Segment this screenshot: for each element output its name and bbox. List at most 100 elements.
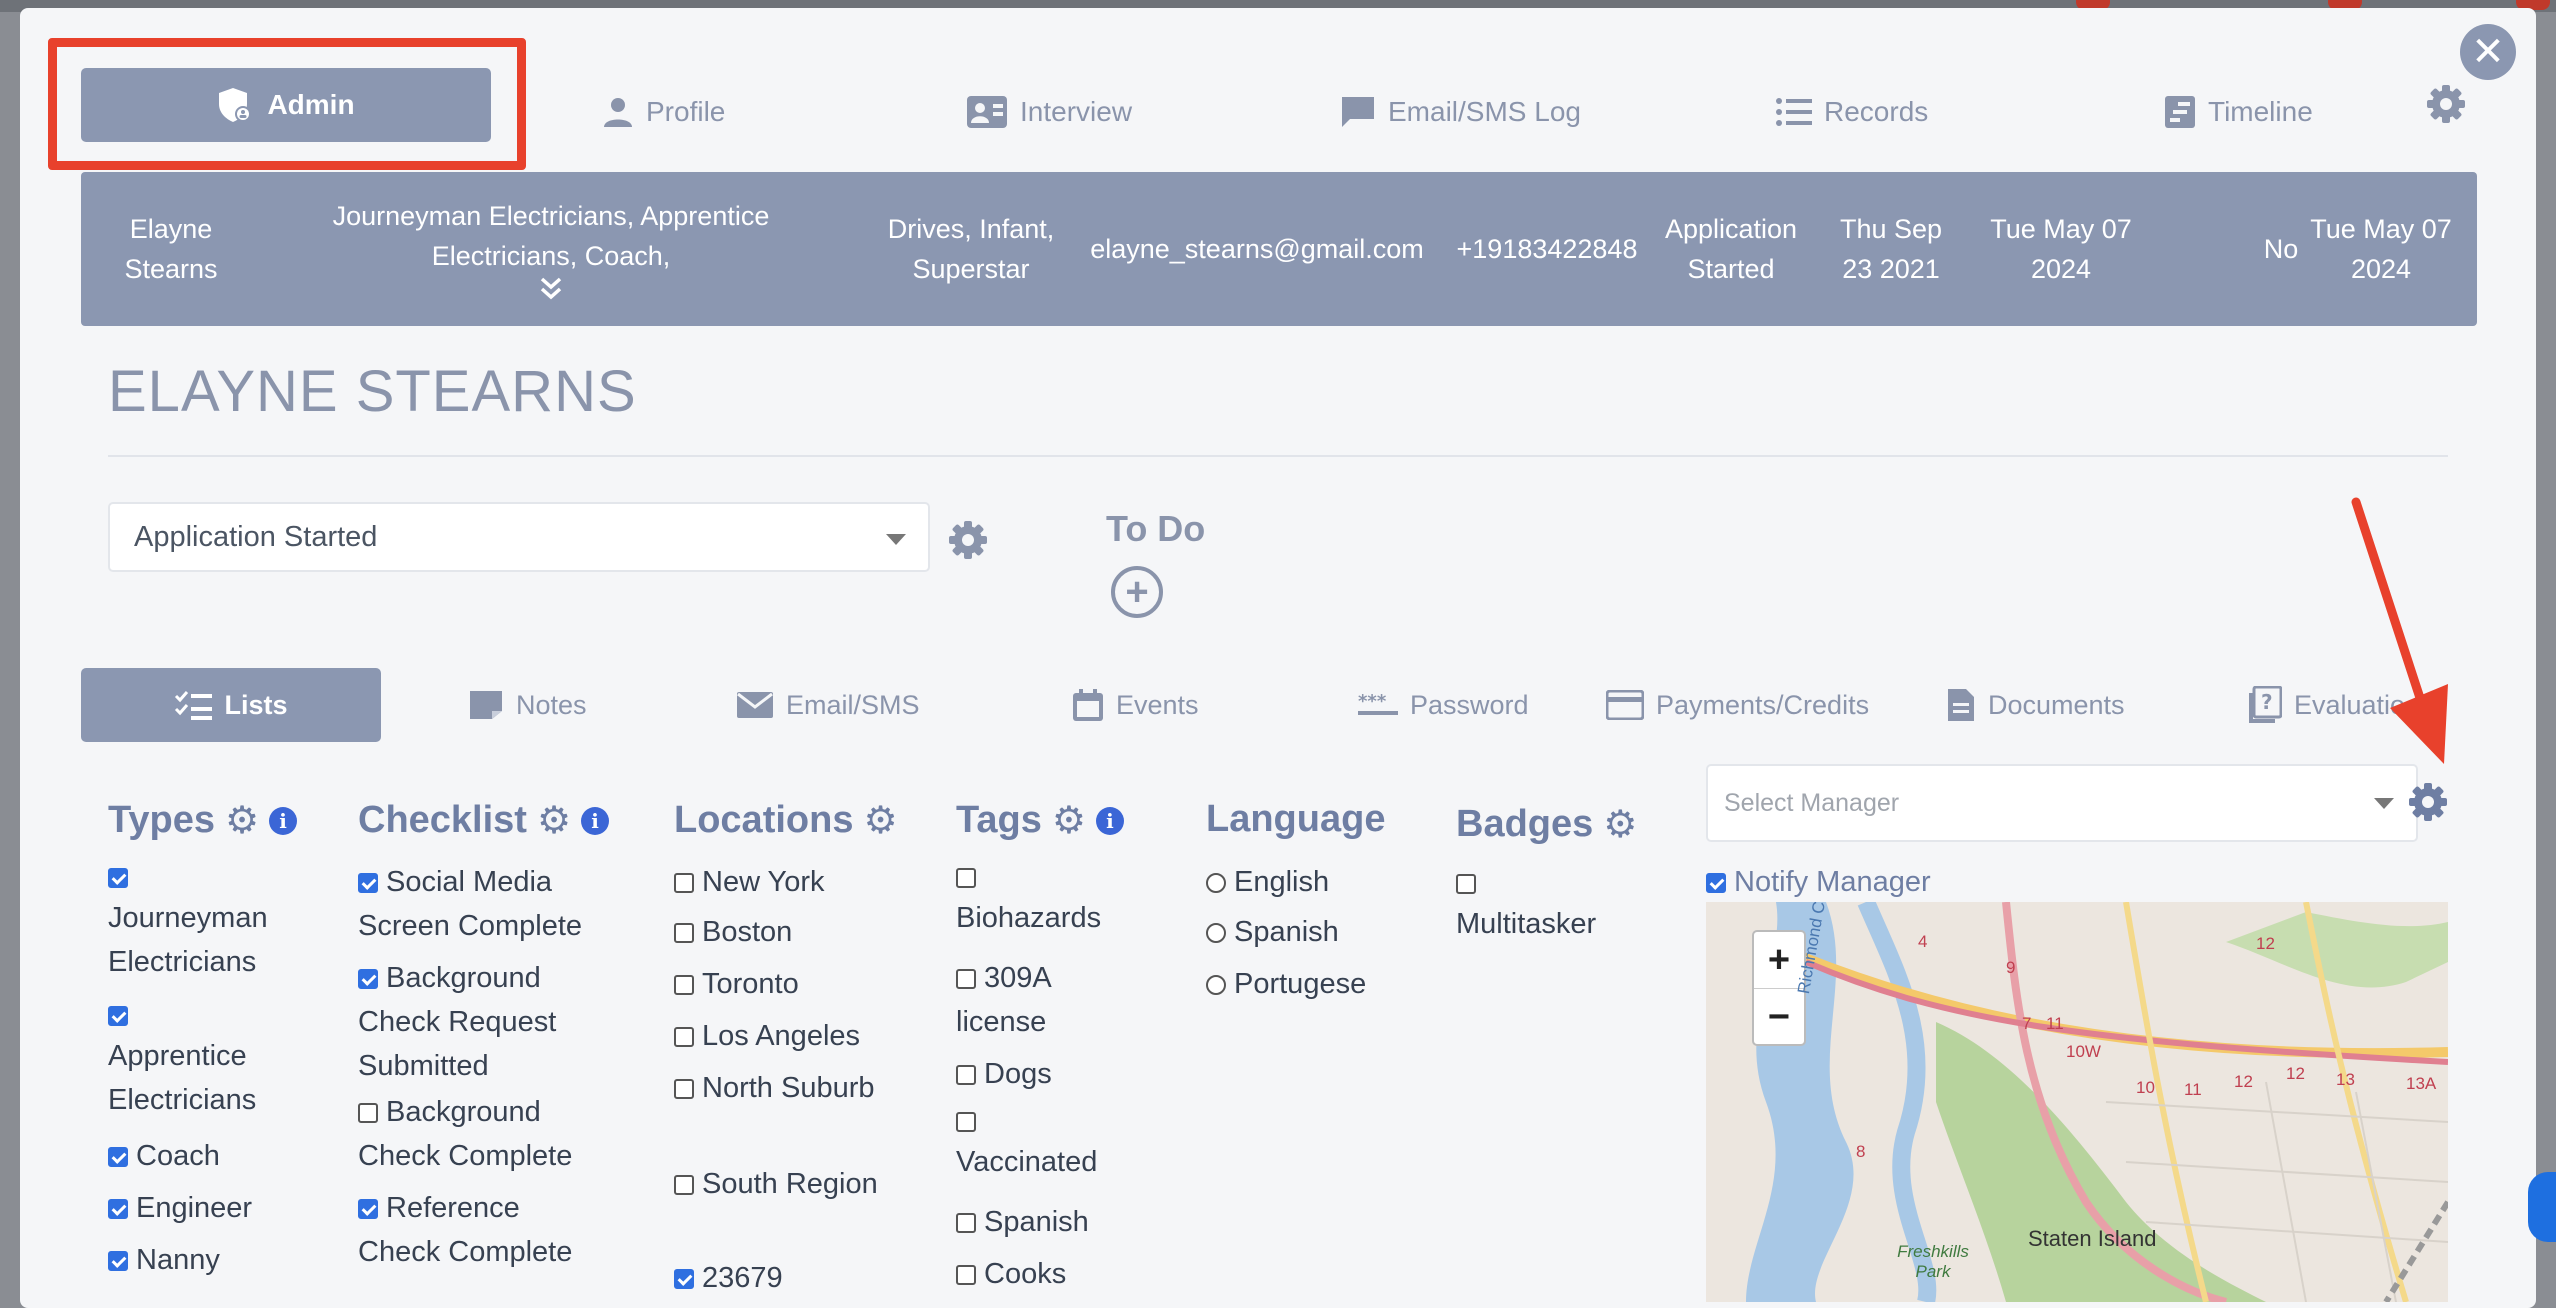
tags-option[interactable]: Biohazards — [956, 860, 1136, 940]
types-option-label: Engineer — [136, 1192, 253, 1224]
checklist-option-label: Background Check Request Submitted — [358, 962, 557, 1082]
candidate-modal: Admin Profile Interview Email/SMS Log Re… — [20, 8, 2536, 1308]
map-route-label: 11 — [2046, 1014, 2064, 1033]
location-map[interactable]: + − 4 9 7 11 10W 10 11 12 12 13 13A 8 12 Richmond Cr… — [1706, 902, 2448, 1302]
checklist-option-label: Reference Check Complete — [358, 1192, 573, 1268]
types-option-label: Journeyman Electricians — [108, 902, 268, 978]
badges-option-label: Multitasker — [1456, 908, 1597, 940]
language-option[interactable]: Spanish — [1206, 910, 1426, 954]
locations-checkbox[interactable] — [674, 1175, 694, 1195]
checklist-checkbox[interactable] — [358, 873, 378, 893]
tags-checkbox[interactable] — [956, 868, 976, 888]
locations-option-label: 23679 — [702, 1262, 783, 1294]
annotation-arrow-icon — [2351, 497, 2448, 764]
types-option[interactable]: Apprentice Electricians — [108, 998, 298, 1122]
tags-option[interactable]: Dogs — [956, 1052, 1136, 1096]
locations-option-label: Toronto — [702, 968, 799, 1000]
language-option-label: Portugese — [1234, 968, 1367, 1000]
tags-option[interactable]: 309A license — [956, 956, 1136, 1044]
types-checkbox[interactable] — [108, 868, 128, 888]
badges-heading-text: Badges — [1456, 803, 1594, 845]
locations-option-label: Los Angeles — [702, 1020, 861, 1052]
locations-option[interactable]: North Suburb — [674, 1066, 904, 1110]
types-checkbox[interactable] — [108, 1147, 128, 1167]
checklist-option[interactable]: Background Check Complete — [358, 1090, 608, 1178]
map-route-label: 8 — [1856, 1142, 1866, 1161]
checklist-option[interactable]: Reference Check Complete — [358, 1186, 608, 1274]
locations-option[interactable]: South Region — [674, 1162, 904, 1206]
locations-option[interactable]: Toronto — [674, 962, 904, 1006]
types-checkbox[interactable] — [108, 1251, 128, 1271]
map-label-city: Staten Island — [2028, 1226, 2157, 1251]
tags-option-label: Spanish — [984, 1206, 1089, 1238]
checklist-info-icon[interactable]: i — [581, 806, 610, 835]
tags-checkbox[interactable] — [956, 1213, 976, 1233]
badges-checkbox[interactable] — [1456, 874, 1476, 894]
badges-option[interactable]: Multitasker — [1456, 866, 1656, 946]
tags-option[interactable]: Spanish — [956, 1200, 1136, 1244]
notify-manager-checkbox[interactable]: Notify Manager — [1706, 866, 1931, 899]
map-route-label: 4 — [1918, 932, 1928, 951]
map-route-label: 9 — [2006, 958, 2016, 977]
map-label-park: Freshkills Park — [1897, 1242, 1969, 1281]
map-route-label: 13 — [2336, 1070, 2355, 1089]
checklist-checkbox[interactable] — [358, 969, 378, 989]
locations-option[interactable]: Los Angeles — [674, 1014, 904, 1058]
map-zoom-out-button[interactable]: − — [1754, 989, 1804, 1045]
checklist-option[interactable]: Social Media Screen Complete — [358, 860, 608, 948]
language-radio[interactable] — [1206, 975, 1226, 995]
map-route-label: 12 — [2234, 1072, 2253, 1091]
locations-checkbox[interactable] — [674, 1079, 694, 1099]
close-modal-button[interactable]: ✕ — [2460, 24, 2516, 80]
map-route-label: 7 — [2022, 1014, 2032, 1033]
language-radio[interactable] — [1206, 873, 1226, 893]
chat-widget-button[interactable] — [2528, 1172, 2556, 1242]
types-option-label: Apprentice Electricians — [108, 1040, 257, 1116]
checklist-option-label: Background Check Complete — [358, 1096, 573, 1172]
tags-checkbox[interactable] — [956, 1065, 976, 1085]
language-option[interactable]: English — [1206, 860, 1426, 904]
types-option[interactable]: Journeyman Electricians — [108, 860, 298, 984]
tags-option-label: Cooks — [984, 1258, 1067, 1290]
locations-option-label: Boston — [702, 916, 793, 948]
locations-checkbox[interactable] — [674, 873, 694, 893]
locations-option-label: New York — [702, 866, 825, 898]
badges-gear-icon[interactable]: ⚙ — [1603, 802, 1637, 847]
locations-checkbox[interactable] — [674, 975, 694, 995]
types-checkbox[interactable] — [108, 1006, 128, 1026]
tags-checkbox[interactable] — [956, 1265, 976, 1285]
notify-manager-check[interactable] — [1706, 873, 1726, 893]
types-option[interactable]: Engineer — [108, 1186, 298, 1230]
types-info-icon[interactable]: i — [269, 806, 298, 835]
checklist-checkbox[interactable] — [358, 1199, 378, 1219]
tags-option-label: Vaccinated — [956, 1146, 1098, 1178]
language-option-label: English — [1234, 866, 1330, 898]
tags-info-icon[interactable]: i — [1095, 806, 1124, 835]
notify-manager-label: Notify Manager — [1734, 866, 1931, 898]
map-route-label: 12 — [2256, 934, 2275, 953]
tags-option-label: Dogs — [984, 1058, 1052, 1090]
types-option[interactable]: Nanny — [108, 1238, 298, 1282]
locations-option[interactable]: New York — [674, 860, 904, 904]
types-option-label: Coach — [136, 1140, 220, 1172]
locations-checkbox[interactable] — [674, 1027, 694, 1047]
locations-option-label: North Suburb — [702, 1072, 875, 1104]
locations-checkbox[interactable] — [674, 923, 694, 943]
checklist-option-label: Social Media Screen Complete — [358, 866, 583, 942]
language-option-label: Spanish — [1234, 916, 1339, 948]
language-radio[interactable] — [1206, 923, 1226, 943]
locations-option[interactable]: 23679 — [674, 1256, 904, 1300]
tags-option[interactable]: Vaccinated — [956, 1104, 1136, 1184]
types-checkbox[interactable] — [108, 1199, 128, 1219]
map-route-label: 13A — [2406, 1074, 2437, 1093]
tags-checkbox[interactable] — [956, 969, 976, 989]
tags-option[interactable]: Cooks — [956, 1252, 1136, 1296]
language-option[interactable]: Portugese — [1206, 962, 1426, 1006]
types-option[interactable]: Coach — [108, 1134, 298, 1178]
locations-checkbox[interactable] — [674, 1269, 694, 1289]
locations-option[interactable]: Boston — [674, 910, 904, 954]
tags-checkbox[interactable] — [956, 1112, 976, 1132]
checklist-option[interactable]: Background Check Request Submitted — [358, 956, 608, 1088]
map-route-label: 12 — [2286, 1064, 2305, 1083]
checklist-checkbox[interactable] — [358, 1103, 378, 1123]
